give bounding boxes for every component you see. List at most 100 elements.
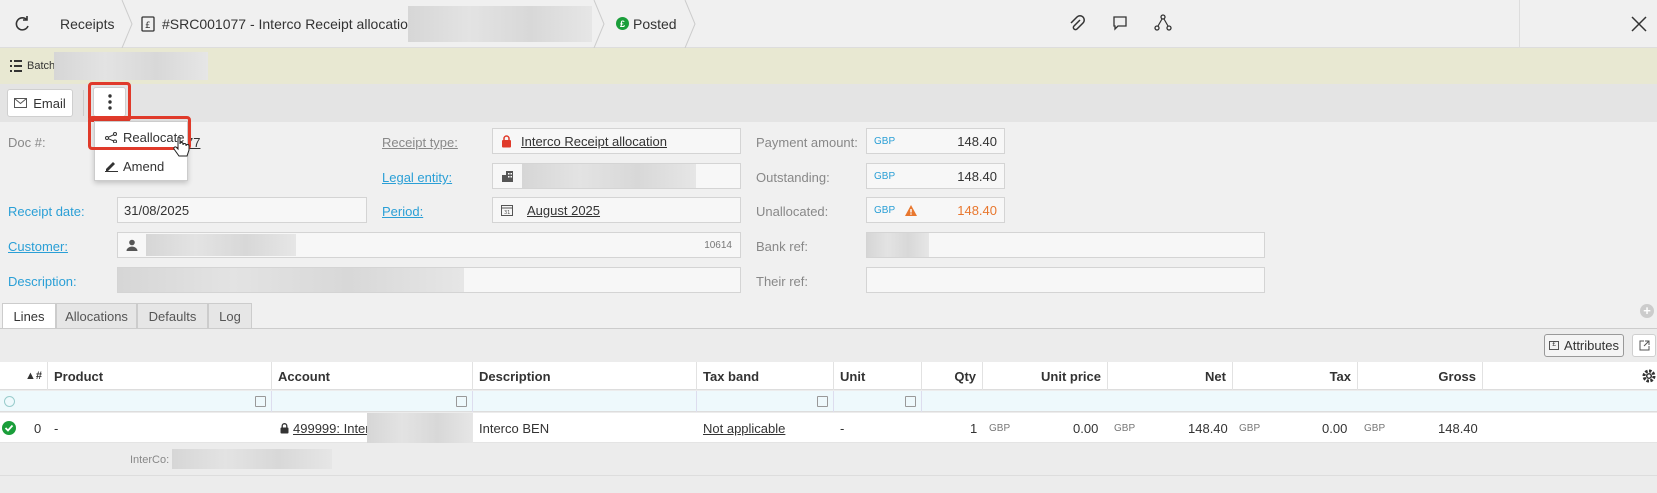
row-unit: - bbox=[840, 420, 845, 436]
legal-entity-field[interactable] bbox=[492, 163, 741, 189]
batch-list-icon bbox=[9, 59, 23, 73]
external-link-icon[interactable] bbox=[255, 396, 266, 407]
period-label[interactable]: Period: bbox=[382, 204, 423, 219]
col-description[interactable]: Description bbox=[473, 362, 697, 390]
receipt-type-field[interactable]: Interco Receipt allocation bbox=[492, 128, 741, 154]
batch-label: Batch bbox=[27, 60, 56, 72]
external-link-icon[interactable] bbox=[905, 396, 916, 407]
attachment-icon[interactable] bbox=[1067, 14, 1087, 34]
col-net[interactable]: Net bbox=[1108, 362, 1233, 390]
bank-ref-field[interactable] bbox=[866, 232, 1265, 258]
payment-amount-label: Payment amount: bbox=[756, 135, 858, 150]
filter-description[interactable] bbox=[473, 391, 697, 412]
toolbar-divider bbox=[83, 90, 84, 116]
row-product: - bbox=[54, 420, 59, 436]
row-unit-price-currency: GBP bbox=[989, 422, 1011, 434]
redacted-bank-ref bbox=[867, 233, 929, 257]
share-icon[interactable] bbox=[1154, 14, 1172, 32]
comment-icon[interactable] bbox=[1112, 15, 1128, 31]
col-gross[interactable]: Gross bbox=[1358, 362, 1483, 390]
unallocated-label: Unallocated: bbox=[756, 204, 829, 219]
receipt-doc-icon: £ bbox=[141, 16, 155, 32]
interco-label: InterCo: bbox=[130, 454, 170, 466]
redacted-description bbox=[118, 268, 464, 292]
mouse-cursor-icon bbox=[173, 137, 190, 157]
col-tax-band[interactable]: Tax band bbox=[697, 362, 834, 390]
row-tax-band[interactable]: Not applicable bbox=[703, 413, 785, 443]
posted-status-icon: £ bbox=[616, 17, 629, 30]
popout-button[interactable] bbox=[1632, 334, 1656, 357]
lock-icon bbox=[280, 422, 289, 433]
email-button[interactable]: Email bbox=[7, 89, 73, 117]
refresh-icon[interactable] bbox=[12, 14, 32, 34]
filter-tax-band[interactable] bbox=[697, 391, 834, 412]
add-circle-icon[interactable]: + bbox=[1640, 304, 1654, 318]
col-unit[interactable]: Unit bbox=[834, 362, 922, 390]
receipt-type-label: Receipt type: bbox=[382, 135, 458, 150]
attributes-icon: £ bbox=[1549, 341, 1560, 350]
breadcrumb-document[interactable]: #SRC001077 - Interco Receipt allocation … bbox=[162, 0, 424, 48]
envelope-icon bbox=[14, 98, 28, 108]
col-product[interactable]: Product bbox=[48, 362, 272, 390]
close-icon[interactable] bbox=[1630, 15, 1648, 33]
period-field[interactable]: 31 August 2025 bbox=[492, 197, 741, 223]
tab-defaults[interactable]: Defaults bbox=[137, 303, 208, 329]
batch-bar: Batch bbox=[0, 48, 1657, 84]
row-account[interactable]: 499999: Inter bbox=[280, 413, 370, 443]
description-label: Description: bbox=[8, 274, 77, 289]
svg-text:31: 31 bbox=[504, 210, 510, 216]
row-number: 0 bbox=[34, 420, 42, 436]
building-icon bbox=[502, 170, 513, 182]
redacted-legal-entity bbox=[522, 164, 696, 188]
their-ref-label: Their ref: bbox=[756, 274, 809, 289]
col-account[interactable]: Account bbox=[272, 362, 473, 390]
their-ref-field[interactable] bbox=[866, 267, 1265, 293]
external-link-icon bbox=[1639, 340, 1649, 351]
grid-settings-icon[interactable] bbox=[1641, 368, 1657, 384]
col-tax[interactable]: Tax bbox=[1233, 362, 1358, 390]
customer-field[interactable]: 10614 bbox=[117, 232, 741, 258]
external-link-icon[interactable] bbox=[817, 396, 828, 407]
receipt-date-field[interactable]: 31/08/2025 bbox=[117, 197, 367, 223]
lock-icon bbox=[502, 134, 511, 147]
filter-account[interactable] bbox=[272, 391, 473, 412]
external-link-icon[interactable] bbox=[456, 396, 467, 407]
redacted-interco-value bbox=[172, 449, 332, 469]
bank-ref-label: Bank ref: bbox=[756, 239, 809, 254]
check-circle-icon bbox=[2, 421, 16, 435]
breadcrumb-receipts[interactable]: Receipts bbox=[60, 0, 114, 48]
description-field[interactable] bbox=[117, 267, 741, 293]
col-qty[interactable]: Qty bbox=[922, 362, 983, 390]
redacted-document-name bbox=[408, 6, 592, 42]
filter-unit[interactable] bbox=[834, 391, 922, 412]
grid-header: ▲# Product Account Description Tax band … bbox=[0, 362, 1657, 390]
attributes-button[interactable]: £ Attributes bbox=[1544, 334, 1624, 357]
breadcrumb-separator bbox=[684, 0, 696, 48]
outstanding-label: Outstanding: bbox=[756, 170, 830, 185]
redacted-customer-name bbox=[146, 234, 296, 256]
receipt-date-label: Receipt date: bbox=[8, 204, 85, 219]
filter-product[interactable] bbox=[48, 391, 272, 412]
warning-icon bbox=[905, 204, 918, 216]
table-row[interactable]: 0 - 499999: Inter Interco BEN Not applic… bbox=[0, 413, 1657, 443]
tab-log[interactable]: Log bbox=[208, 303, 252, 329]
redacted-batch-value bbox=[54, 52, 208, 80]
row-qty: 1 bbox=[970, 420, 978, 436]
row-description: Interco BEN bbox=[479, 420, 550, 436]
divider bbox=[0, 475, 1657, 476]
legal-entity-label[interactable]: Legal entity: bbox=[382, 170, 452, 185]
person-icon bbox=[126, 239, 138, 251]
svg-text:£: £ bbox=[145, 21, 151, 31]
calendar-icon: 31 bbox=[501, 205, 513, 216]
payment-amount-field: GBP 148.40 bbox=[866, 128, 1005, 154]
row-tax-currency: GBP bbox=[1239, 422, 1261, 434]
grid-filter-row bbox=[0, 391, 1657, 412]
row-tax: 0.00 bbox=[1322, 420, 1348, 436]
col-unit-price[interactable]: Unit price bbox=[983, 362, 1108, 390]
col-number[interactable]: ▲# bbox=[0, 362, 48, 390]
tab-allocations[interactable]: Allocations bbox=[56, 303, 137, 329]
action-toolbar: Email bbox=[0, 82, 1657, 122]
row-net: 148.40 bbox=[1188, 420, 1228, 436]
tab-lines[interactable]: Lines bbox=[2, 303, 56, 329]
customer-label[interactable]: Customer: bbox=[8, 239, 68, 254]
